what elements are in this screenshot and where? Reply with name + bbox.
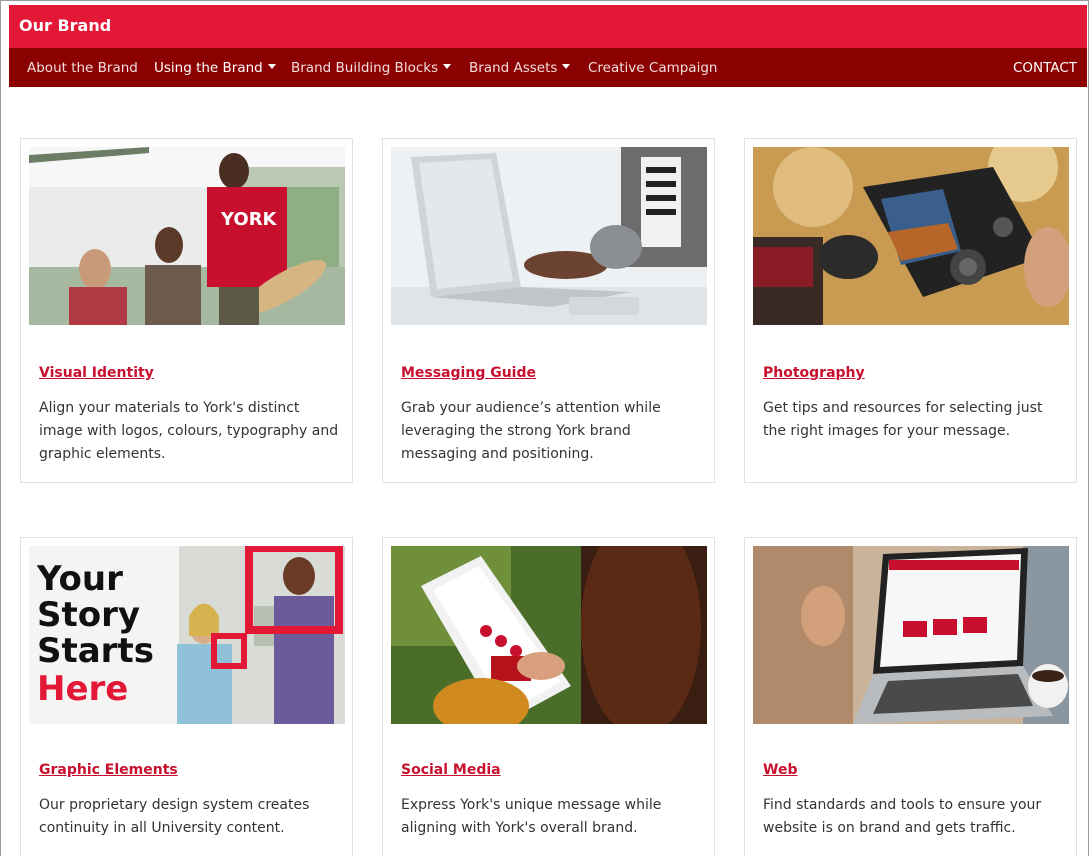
your-story-graphic[interactable]: Your Story Starts Here [29, 546, 345, 724]
students-photo[interactable]: YORK [29, 147, 345, 325]
phone-instagram-photo[interactable] [391, 546, 707, 724]
phone-instagram-photo-image [391, 546, 707, 724]
card-photography: Photography Get tips and resources for s… [744, 138, 1077, 483]
card-title-link[interactable]: Social Media [401, 762, 501, 778]
graphic-word-4: Here [37, 669, 128, 709]
caret-down-icon [562, 64, 571, 69]
laptop-website-photo[interactable] [753, 546, 1069, 724]
brand-title-link[interactable]: Our Brand [19, 16, 111, 35]
card-description: Get tips and resources for selecting jus… [763, 400, 1043, 439]
caret-down-icon [267, 64, 276, 69]
card-web: Web Find standards and tools to ensure y… [744, 537, 1077, 856]
nav-item-brand-building-blocks[interactable]: Brand Building Blocks [291, 60, 452, 76]
nav-contact-link[interactable]: CONTACT [1013, 60, 1077, 76]
card-title-link[interactable]: Graphic Elements [39, 762, 178, 778]
card-social-media: Social Media Express York's unique messa… [382, 537, 715, 856]
card-title-link[interactable]: Visual Identity [39, 365, 154, 381]
your-story-graphic-image: Your Story Starts Here [29, 546, 345, 724]
nav-item-creative-campaign[interactable]: Creative Campaign [588, 60, 717, 76]
nav-item-label: Brand Assets [469, 60, 558, 76]
card-description: Express York's unique message while alig… [401, 797, 662, 836]
nav-item-brand-assets[interactable]: Brand Assets [469, 60, 571, 76]
svg-text:YORK: YORK [220, 209, 278, 230]
top-bar: Our Brand [9, 5, 1087, 48]
graphic-word-1: Your [36, 559, 123, 599]
card-description: Align your materials to York's distinct … [39, 400, 339, 462]
students-photo-image: YORK [29, 147, 345, 325]
card-title-link[interactable]: Photography [763, 365, 865, 381]
camera-photo-image [753, 147, 1069, 325]
camera-photo[interactable] [753, 147, 1069, 325]
card-graphic-elements: Your Story Starts Here Graphic Elements … [20, 537, 353, 856]
card-description: Find standards and tools to ensure your … [763, 797, 1042, 836]
main-nav: About the Brand Using the Brand Brand Bu… [9, 48, 1087, 87]
graphic-word-3: Starts [37, 631, 154, 671]
caret-down-icon [443, 64, 452, 69]
nav-item-label: Brand Building Blocks [291, 60, 439, 76]
nav-item-label: Using the Brand [154, 60, 263, 76]
browser-frame: Our Brand About the Brand Using the Bran… [0, 0, 1089, 856]
nav-item-using-the-brand[interactable]: Using the Brand [154, 60, 276, 76]
laptop-typing-photo-image [391, 147, 707, 325]
graphic-word-2: Story [37, 595, 140, 635]
card-description: Our proprietary design system creates co… [39, 797, 310, 836]
card-title-link[interactable]: Messaging Guide [401, 365, 536, 381]
card-title-link[interactable]: Web [763, 762, 797, 778]
laptop-website-photo-image [753, 546, 1069, 724]
card-visual-identity: YORK Visual Identity Align your material… [20, 138, 353, 483]
card-messaging-guide: Messaging Guide Grab your audience’s att… [382, 138, 715, 483]
nav-item-about[interactable]: About the Brand [27, 60, 138, 76]
laptop-typing-photo[interactable] [391, 147, 707, 325]
card-description: Grab your audience’s attention while lev… [401, 400, 661, 462]
